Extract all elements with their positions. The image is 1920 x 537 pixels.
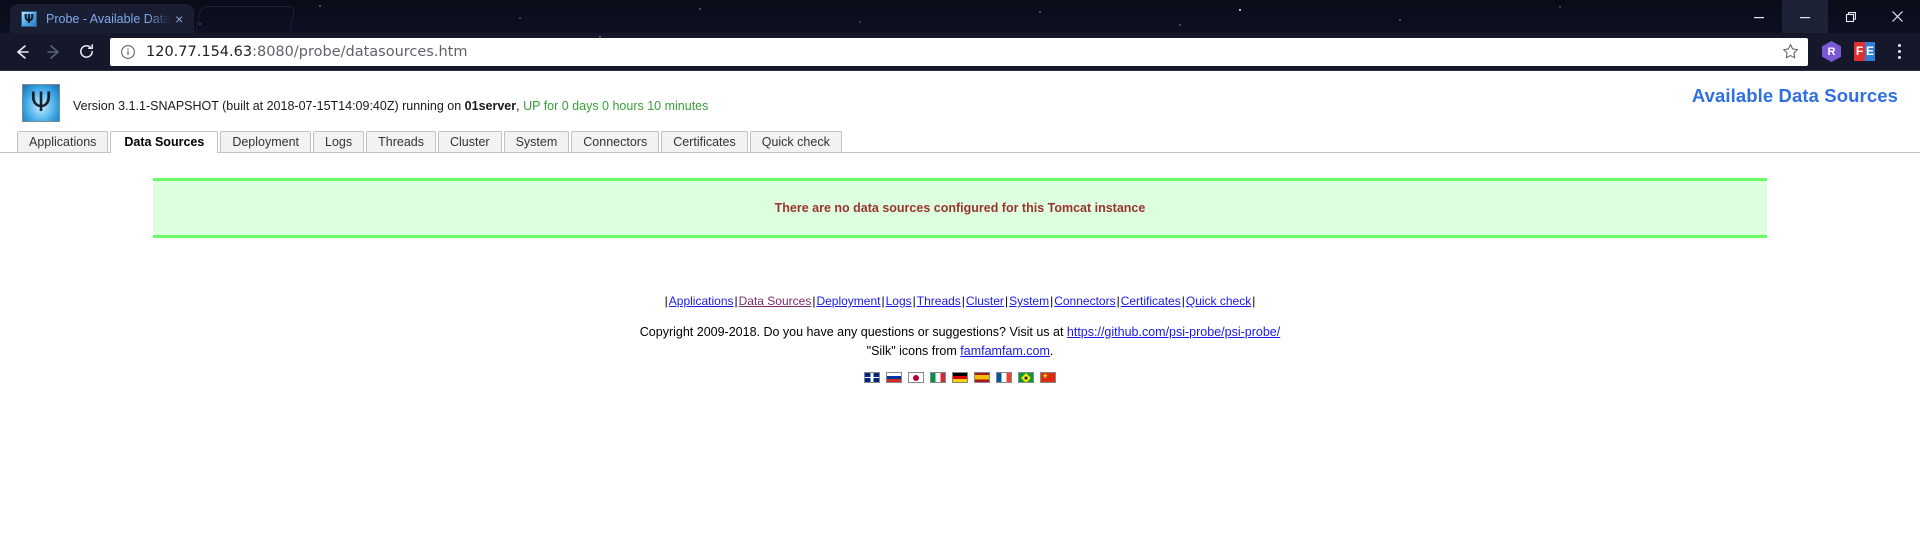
uptime-text: UP for 0 days 0 hours 10 minutes [523, 99, 709, 113]
server-name: 01server [464, 99, 517, 113]
flag-russian-icon[interactable] [886, 372, 902, 383]
browser-tab-active[interactable]: Ψ Probe - Available Data × [10, 4, 195, 33]
footer-link-deployment[interactable]: Deployment [816, 294, 880, 308]
window-minimize-button[interactable] [1736, 0, 1782, 33]
page-content: Ψ Version 3.1.1-SNAPSHOT (built at 2018-… [0, 71, 1920, 536]
flag-german-icon[interactable] [952, 372, 968, 383]
browser-tab-title: Probe - Available Data [46, 11, 171, 26]
forward-arrow-icon[interactable] [38, 36, 70, 68]
tab-logs[interactable]: Logs [313, 131, 365, 152]
footer-link-connectors[interactable]: Connectors [1054, 294, 1115, 308]
address-bar[interactable]: 120.77.154.63:8080/probe/datasources.htm [110, 37, 1808, 66]
flag-japanese-icon[interactable] [908, 372, 924, 383]
project-url-link[interactable]: https://github.com/psi-probe/psi-probe/ [1067, 325, 1280, 339]
silk-icons-line: "Silk" icons from famfamfam.com. [0, 342, 1920, 361]
flag-french-icon[interactable] [996, 372, 1012, 383]
url-host: 120.77.154.63 [146, 43, 253, 60]
silk-suffix: . [1049, 344, 1054, 358]
footer-link-cluster[interactable]: Cluster [966, 294, 1004, 308]
flag-chinese-icon[interactable] [1040, 372, 1056, 383]
silk-prefix: "Silk" icons from [866, 344, 961, 358]
psi-probe-logo-icon: Ψ [22, 84, 60, 122]
new-tab-button[interactable] [195, 6, 297, 33]
psi-glyph: Ψ [30, 86, 52, 118]
extension-fe-e: E [1865, 42, 1875, 61]
footer-link-certificates[interactable]: Certificates [1121, 294, 1181, 308]
flag-spanish-icon[interactable] [974, 372, 990, 383]
tab-applications[interactable]: Applications [17, 131, 109, 152]
reload-icon[interactable] [70, 36, 102, 68]
back-arrow-icon[interactable] [6, 36, 38, 68]
footer-separator: | [1252, 294, 1256, 308]
footer-link-data-sources[interactable]: Data Sources [739, 294, 812, 308]
tab-close-icon[interactable]: × [170, 12, 188, 26]
kebab-menu-icon[interactable] [1888, 44, 1910, 59]
page-header: Ψ Version 3.1.1-SNAPSHOT (built at 2018-… [0, 71, 1920, 123]
notice-container: There are no data sources configured for… [0, 153, 1920, 238]
tab-cluster[interactable]: Cluster [437, 131, 502, 152]
tab-quick-check[interactable]: Quick check [749, 131, 842, 152]
footer-link-quick-check[interactable]: Quick check [1186, 294, 1251, 308]
version-prefix: Version 3.1.1-SNAPSHOT (built at 2018-07… [73, 99, 465, 113]
notice-text: There are no data sources configured for… [774, 201, 1146, 215]
window-controls [1736, 0, 1920, 33]
no-datasources-notice: There are no data sources configured for… [153, 178, 1767, 238]
version-info: Version 3.1.1-SNAPSHOT (built at 2018-07… [73, 99, 708, 113]
browser-titlebar: Ψ Probe - Available Data × [0, 0, 1920, 33]
tab-connectors[interactable]: Connectors [571, 131, 660, 152]
language-flags [0, 372, 1920, 383]
copyright-line: Copyright 2009-2018. Do you have any que… [0, 323, 1920, 342]
extension-icons: R F E [1822, 41, 1910, 62]
flag-italian-icon[interactable] [930, 372, 946, 383]
tab-certificates[interactable]: Certificates [661, 131, 748, 152]
footer-link-system[interactable]: System [1009, 294, 1049, 308]
tab-system[interactable]: System [503, 131, 570, 152]
footer-link-applications[interactable]: Applications [669, 294, 734, 308]
browser-toolbar: 120.77.154.63:8080/probe/datasources.htm… [0, 33, 1920, 71]
browser-chrome: Ψ Probe - Available Data × 120.77.154.63… [0, 0, 1920, 71]
page-title: Available Data Sources [1691, 85, 1898, 106]
window-restore-button[interactable] [1828, 0, 1874, 33]
page-footer: |Applications|Data Sources|Deployment|Lo… [0, 292, 1920, 383]
psi-favicon-icon: Ψ [21, 10, 37, 27]
browser-tabstrip: Ψ Probe - Available Data × [0, 0, 297, 33]
famfamfam-link[interactable]: famfamfam.com [960, 344, 1050, 358]
extension-r-icon[interactable]: R [1822, 41, 1841, 62]
footer-link-threads[interactable]: Threads [917, 294, 961, 308]
extension-fe-icon[interactable]: F E [1854, 42, 1875, 61]
info-circle-icon[interactable] [120, 44, 137, 60]
url-text[interactable]: 120.77.154.63:8080/probe/datasources.htm [146, 44, 1780, 60]
window-minimize-button-2[interactable] [1782, 0, 1828, 33]
star-icon[interactable] [1780, 43, 1800, 60]
window-close-button[interactable] [1874, 0, 1920, 33]
tab-deployment[interactable]: Deployment [220, 131, 312, 152]
flag-portuguese-brazil-icon[interactable] [1018, 372, 1034, 383]
url-path: :8080/probe/datasources.htm [252, 43, 468, 60]
tab-data-sources[interactable]: Data Sources [110, 131, 219, 153]
flag-english-icon[interactable] [864, 372, 880, 383]
footer-link-logs[interactable]: Logs [886, 294, 912, 308]
navigation-tabs: Applications Data Sources Deployment Logs Th… [0, 131, 1920, 153]
tab-threads[interactable]: Threads [366, 131, 436, 152]
extension-fe-f: F [1854, 42, 1865, 61]
footer-navigation: |Applications|Data Sources|Deployment|Lo… [0, 292, 1920, 310]
copyright-text: Copyright 2009-2018. Do you have any que… [639, 325, 1067, 339]
